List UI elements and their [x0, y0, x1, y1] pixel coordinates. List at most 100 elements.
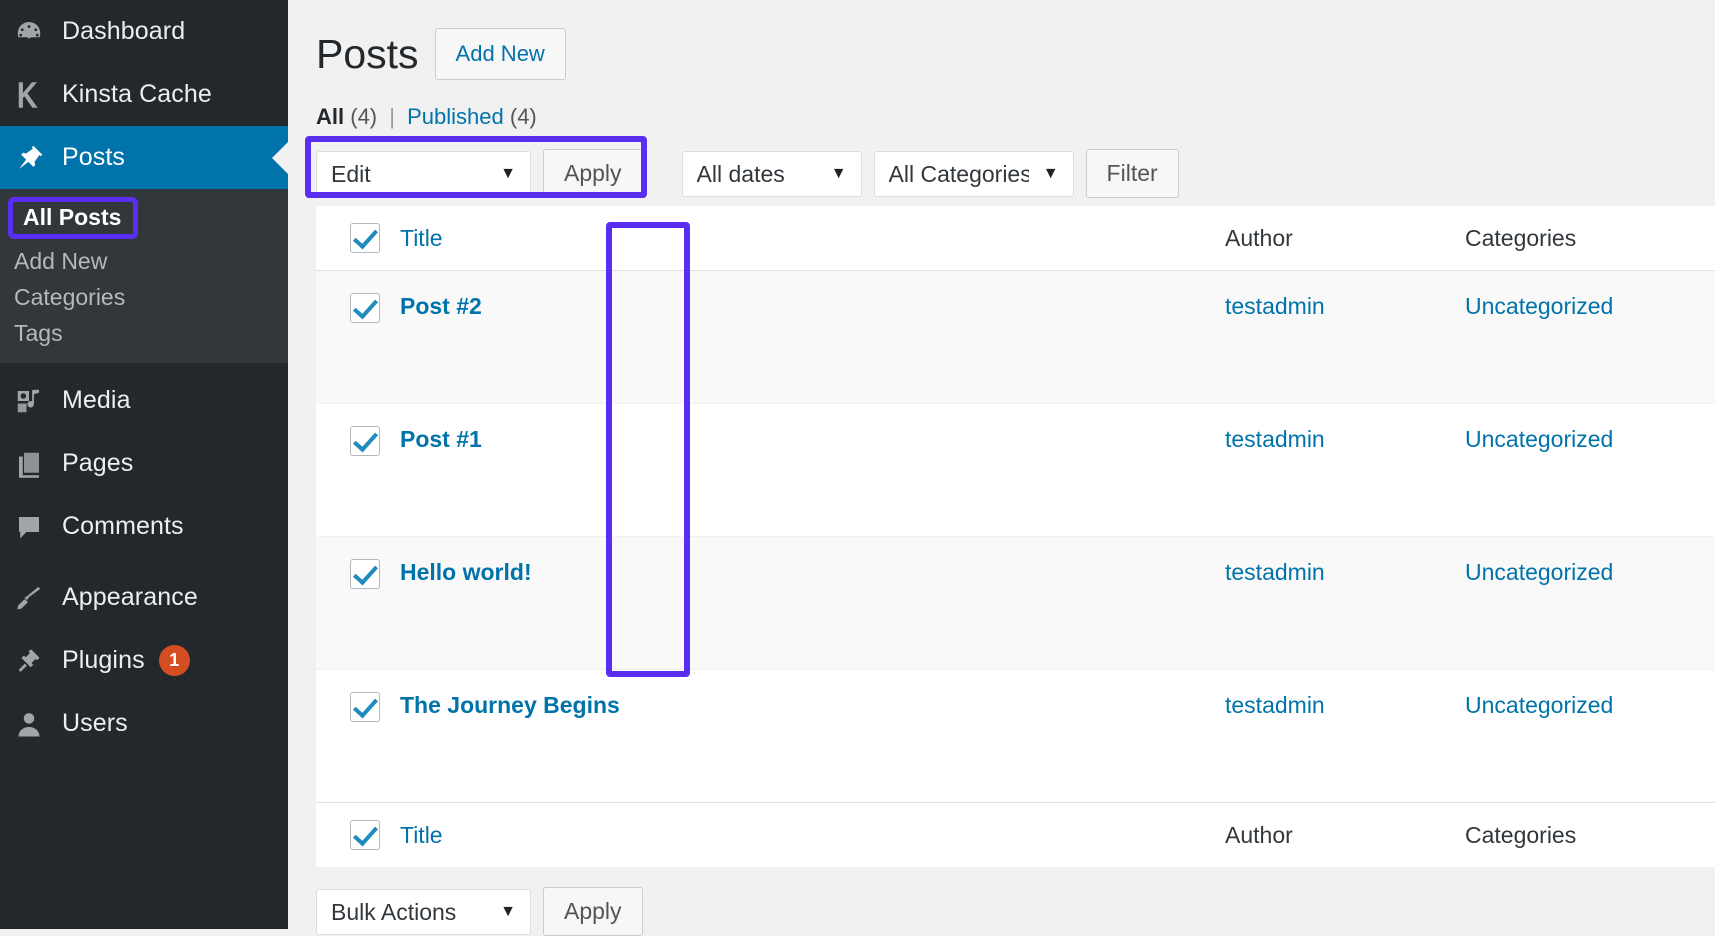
sidebar-item-plugins[interactable]: Plugins 1 — [0, 629, 288, 692]
posts-table: Title Author Categories Post #2 testadmi… — [316, 206, 1715, 867]
kinsta-k-icon — [14, 80, 56, 110]
column-footer-categories: Categories — [1465, 803, 1715, 868]
row-checkbox[interactable] — [350, 692, 380, 722]
row-categories-cell: Uncategorized — [1465, 404, 1715, 537]
paintbrush-icon — [14, 583, 56, 613]
row-title-cell: Hello world! — [400, 537, 1225, 670]
select-all-footer — [316, 803, 400, 868]
row-title-cell: Post #1 — [400, 404, 1225, 537]
post-category-link[interactable]: Uncategorized — [1465, 559, 1613, 585]
row-checkbox[interactable] — [350, 559, 380, 589]
column-header-author: Author — [1225, 206, 1465, 271]
post-author-link[interactable]: testadmin — [1225, 692, 1325, 718]
post-title-link[interactable]: Post #1 — [400, 426, 482, 452]
sidebar-item-media[interactable]: Media — [0, 369, 288, 432]
row-author-cell: testadmin — [1225, 537, 1465, 670]
post-category-link[interactable]: Uncategorized — [1465, 426, 1613, 452]
row-author-cell: testadmin — [1225, 271, 1465, 404]
table-row: Hello world! testadmin Uncategorized — [316, 537, 1715, 670]
post-title-link[interactable]: The Journey Begins — [400, 692, 620, 718]
post-author-link[interactable]: testadmin — [1225, 559, 1325, 585]
table-row: The Journey Begins testadmin Uncategoriz… — [316, 670, 1715, 803]
row-categories-cell: Uncategorized — [1465, 670, 1715, 803]
column-footer-title-link[interactable]: Title — [400, 822, 443, 848]
sidebar-item-label: Users — [62, 709, 128, 738]
table-row: Post #2 testadmin Uncategorized — [316, 271, 1715, 404]
post-author-link[interactable]: testadmin — [1225, 293, 1325, 319]
comments-icon — [14, 512, 56, 542]
page-title: Posts — [316, 34, 419, 75]
row-title-cell: The Journey Begins — [400, 670, 1225, 803]
row-categories-cell: Uncategorized — [1465, 537, 1715, 670]
page-header: Posts Add New — [316, 0, 1715, 80]
table-header-row: Title Author Categories — [316, 206, 1715, 271]
table-footer-row: Title Author Categories — [316, 803, 1715, 868]
apply-bulk-action-button[interactable]: Apply — [543, 149, 643, 198]
column-footer-title: Title — [400, 803, 1225, 868]
view-separator: | — [389, 104, 395, 129]
sidebar-item-label: All Posts — [8, 197, 138, 239]
sidebar-item-label: Pages — [62, 449, 133, 478]
pages-icon — [14, 449, 56, 479]
add-new-button[interactable]: Add New — [435, 28, 566, 80]
sidebar-item-add-new[interactable]: Add New — [0, 243, 288, 279]
filter-button[interactable]: Filter — [1086, 149, 1179, 198]
post-author-link[interactable]: testadmin — [1225, 426, 1325, 452]
row-select-cell — [316, 670, 400, 803]
table-row: Post #1 testadmin Uncategorized — [316, 404, 1715, 537]
view-link-published[interactable]: Published — [407, 104, 504, 129]
select-all-checkbox-footer[interactable] — [350, 820, 380, 850]
sidebar-item-users[interactable]: Users — [0, 692, 288, 755]
column-header-categories: Categories — [1465, 206, 1715, 271]
sidebar-item-label: Kinsta Cache — [62, 80, 212, 109]
plugins-update-badge: 1 — [159, 645, 190, 676]
row-author-cell: testadmin — [1225, 404, 1465, 537]
sidebar-item-label: Dashboard — [62, 17, 185, 46]
sidebar-item-all-posts[interactable]: All Posts — [0, 193, 288, 243]
select-all-checkbox[interactable] — [350, 223, 380, 253]
dates-select-wrap: All dates ▼ — [682, 151, 862, 197]
post-title-link[interactable]: Post #2 — [400, 293, 482, 319]
admin-sidebar: Dashboard Kinsta Cache Posts All Posts — [0, 0, 288, 929]
post-category-link[interactable]: Uncategorized — [1465, 293, 1613, 319]
row-checkbox[interactable] — [350, 293, 380, 323]
bulk-action-select-bottom[interactable]: Bulk Actions — [316, 889, 531, 935]
sidebar-item-label: Add New — [14, 248, 107, 275]
view-link-all[interactable]: All — [316, 104, 344, 129]
bulk-action-select[interactable]: Edit — [316, 151, 531, 197]
posts-table-foot: Title Author Categories — [316, 803, 1715, 868]
view-count-all: (4) — [350, 104, 377, 129]
post-title-link[interactable]: Hello world! — [400, 559, 532, 585]
view-filter-links: All (4) | Published (4) — [316, 104, 1715, 130]
sidebar-item-tags[interactable]: Tags — [0, 315, 288, 351]
sidebar-item-dashboard[interactable]: Dashboard — [0, 0, 288, 63]
sidebar-item-label: Tags — [14, 320, 63, 347]
main-content: Posts Add New All (4) | Published (4) Ed… — [288, 0, 1715, 929]
row-select-cell — [316, 404, 400, 537]
media-icon — [14, 386, 56, 416]
sidebar-item-label: Plugins — [62, 646, 145, 675]
view-count-published: (4) — [510, 104, 537, 129]
sidebar-item-appearance[interactable]: Appearance — [0, 566, 288, 629]
row-select-cell — [316, 271, 400, 404]
column-header-title: Title — [400, 206, 1225, 271]
sidebar-item-comments[interactable]: Comments — [0, 495, 288, 558]
sidebar-item-kinsta-cache[interactable]: Kinsta Cache — [0, 63, 288, 126]
posts-table-head: Title Author Categories — [316, 206, 1715, 271]
column-header-title-link[interactable]: Title — [400, 225, 443, 251]
sidebar-item-label: Appearance — [62, 583, 198, 612]
categories-filter-select[interactable]: All Categories — [874, 151, 1074, 197]
bulk-action-select-bottom-wrap: Bulk Actions ▼ — [316, 889, 531, 935]
categories-select-wrap: All Categories ▼ — [874, 151, 1074, 197]
post-category-link[interactable]: Uncategorized — [1465, 692, 1613, 718]
sidebar-item-posts[interactable]: Posts — [0, 126, 288, 189]
row-checkbox[interactable] — [350, 426, 380, 456]
dates-filter-select[interactable]: All dates — [682, 151, 862, 197]
pin-icon — [14, 143, 56, 173]
sidebar-item-label: Posts — [62, 143, 125, 172]
sidebar-item-label: Comments — [62, 512, 184, 541]
row-title-cell: Post #2 — [400, 271, 1225, 404]
sidebar-item-categories[interactable]: Categories — [0, 279, 288, 315]
sidebar-item-pages[interactable]: Pages — [0, 432, 288, 495]
sidebar-item-label: Media — [62, 386, 131, 415]
